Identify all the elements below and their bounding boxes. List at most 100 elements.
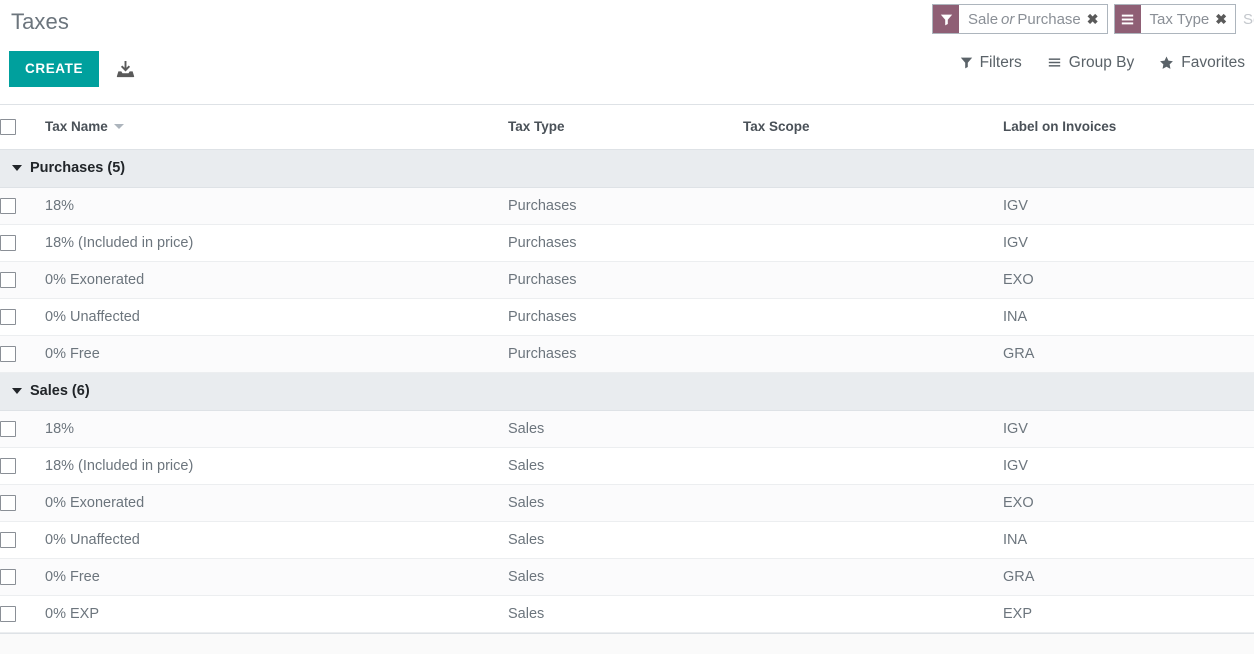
- table-row[interactable]: 0% FreeSales GRA: [0, 558, 1254, 595]
- group-header-row[interactable]: Purchases (5): [0, 149, 1254, 187]
- select-all-checkbox[interactable]: [0, 119, 16, 135]
- group-by-bars-icon: [1115, 5, 1141, 33]
- row-select-cell: [0, 187, 45, 224]
- table-row[interactable]: 18% (Included in price)PurchasesIGV: [0, 224, 1254, 261]
- favorites-menu-button[interactable]: Favorites: [1159, 55, 1245, 71]
- facet-text-after: Purchase: [1017, 12, 1080, 27]
- cell-type: Purchases: [508, 261, 743, 298]
- row-select-checkbox[interactable]: [0, 421, 16, 437]
- row-select-checkbox[interactable]: [0, 495, 16, 511]
- table-row[interactable]: 0% UnaffectedSales INA: [0, 521, 1254, 558]
- search-view: Sale or Purchase ✖ Tax Type ✖: [926, 4, 1254, 34]
- cell-scope: [743, 595, 1003, 632]
- search-dropdown-menus: Filters Group By Favor: [960, 55, 1245, 71]
- table-row[interactable]: 0% EXPSalesEXP: [0, 595, 1254, 632]
- row-select-cell: [0, 298, 45, 335]
- cell-name: 0% Unaffected: [45, 521, 508, 558]
- group-header-row[interactable]: Sales (6): [0, 372, 1254, 410]
- cell-scope: [743, 261, 1003, 298]
- table-row[interactable]: 18%SalesIGV: [0, 410, 1254, 447]
- cell-type: Sales: [508, 595, 743, 632]
- table-footer: [0, 633, 1254, 654]
- select-all-header: [0, 105, 45, 149]
- column-header-tax-name[interactable]: Tax Name: [45, 105, 508, 149]
- cell-type: Purchases: [508, 187, 743, 224]
- cell-label: INA: [1003, 298, 1254, 335]
- table-header-row: Tax Name Tax Type Tax Scope Label on Inv…: [0, 105, 1254, 149]
- cell-type: Sales: [508, 484, 743, 521]
- cell-label: EXO: [1003, 261, 1254, 298]
- cell-scope: [743, 558, 1003, 595]
- cell-name: 0% Exonerated: [45, 484, 508, 521]
- chevron-down-icon: [12, 388, 22, 394]
- row-select-checkbox[interactable]: [0, 272, 16, 288]
- facet-text-italic: or: [998, 12, 1017, 27]
- create-button[interactable]: CREATE: [9, 51, 99, 87]
- group-header-cell: Sales (6): [0, 372, 1254, 410]
- filters-menu-button[interactable]: Filters: [960, 55, 1022, 71]
- row-select-cell: [0, 595, 45, 632]
- cell-label: GRA: [1003, 558, 1254, 595]
- column-header-label: Tax Name: [45, 119, 108, 134]
- row-select-checkbox[interactable]: [0, 458, 16, 474]
- cell-label: IGV: [1003, 224, 1254, 261]
- cell-type: Sales: [508, 558, 743, 595]
- table-row[interactable]: 0% UnaffectedPurchasesINA: [0, 298, 1254, 335]
- star-icon: [1159, 56, 1174, 70]
- filter-funnel-icon: [960, 56, 973, 69]
- cell-scope: [743, 484, 1003, 521]
- cell-label: EXO: [1003, 484, 1254, 521]
- group-by-menu-label: Group By: [1069, 55, 1134, 71]
- cell-name: 0% Exonerated: [45, 261, 508, 298]
- close-x-icon[interactable]: ✖: [1085, 5, 1107, 33]
- table-row[interactable]: 0% FreePurchasesGRA: [0, 335, 1254, 372]
- cell-name: 18%: [45, 187, 508, 224]
- cell-label: INA: [1003, 521, 1254, 558]
- import-download-icon[interactable]: [113, 54, 137, 84]
- cell-type: Sales: [508, 447, 743, 484]
- table-row[interactable]: 18%PurchasesIGV: [0, 187, 1254, 224]
- cell-scope: [743, 335, 1003, 372]
- cell-name: 0% Free: [45, 558, 508, 595]
- group-header-cell: Purchases (5): [0, 149, 1254, 187]
- search-facet-tax-type[interactable]: Tax Type ✖: [1114, 4, 1237, 34]
- column-header-tax-scope[interactable]: Tax Scope: [743, 105, 1003, 149]
- cell-name: 18% (Included in price): [45, 447, 508, 484]
- column-header-label-on-invoices[interactable]: Label on Invoices: [1003, 105, 1254, 149]
- row-select-checkbox[interactable]: [0, 309, 16, 325]
- row-select-cell: [0, 484, 45, 521]
- row-select-checkbox[interactable]: [0, 198, 16, 214]
- cell-scope: [743, 447, 1003, 484]
- row-select-checkbox[interactable]: [0, 346, 16, 362]
- row-select-checkbox[interactable]: [0, 532, 16, 548]
- cell-scope: [743, 521, 1003, 558]
- cell-type: Sales: [508, 521, 743, 558]
- row-select-checkbox[interactable]: [0, 606, 16, 622]
- search-facet-sale-or-purchase[interactable]: Sale or Purchase ✖: [932, 4, 1107, 34]
- page-title: Taxes: [11, 8, 69, 36]
- facet-text-before: Sale: [968, 12, 998, 27]
- close-x-icon[interactable]: ✖: [1213, 5, 1235, 33]
- table-row[interactable]: 0% ExoneratedPurchases EXO: [0, 261, 1254, 298]
- column-header-tax-type[interactable]: Tax Type: [508, 105, 743, 149]
- column-header-label: Tax Type: [508, 119, 565, 134]
- group-title: Sales (6): [30, 383, 90, 399]
- row-select-checkbox[interactable]: [0, 235, 16, 251]
- row-select-cell: [0, 335, 45, 372]
- taxes-table: Tax Name Tax Type Tax Scope Label on Inv…: [0, 105, 1254, 633]
- chevron-down-icon: [12, 165, 22, 171]
- table-header: Tax Name Tax Type Tax Scope Label on Inv…: [0, 105, 1254, 149]
- group-toggle[interactable]: Purchases (5): [0, 160, 1254, 176]
- table-row[interactable]: 0% ExoneratedSales EXO: [0, 484, 1254, 521]
- group-toggle[interactable]: Sales (6): [0, 383, 1254, 399]
- cell-name: 0% Free: [45, 335, 508, 372]
- taxes-list-view: Taxes CREATE Sale or: [0, 0, 1254, 654]
- row-select-cell: [0, 410, 45, 447]
- search-input[interactable]: [1243, 11, 1254, 28]
- group-by-menu-button[interactable]: Group By: [1047, 55, 1134, 71]
- cell-name: 0% Unaffected: [45, 298, 508, 335]
- row-select-checkbox[interactable]: [0, 569, 16, 585]
- cell-label: EXP: [1003, 595, 1254, 632]
- table-row[interactable]: 18% (Included in price)SalesIGV: [0, 447, 1254, 484]
- row-select-cell: [0, 558, 45, 595]
